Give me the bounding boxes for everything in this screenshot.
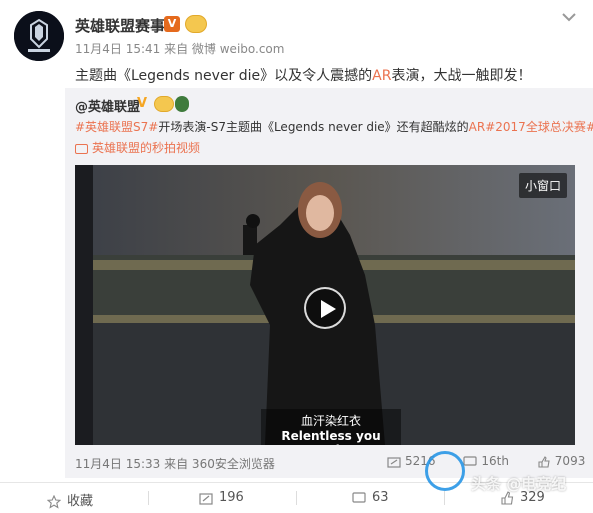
favorite-button[interactable]: 收藏 xyxy=(46,490,94,509)
verified-v-icon: V xyxy=(137,96,148,111)
repost-text-mid: 开场表演-S7主题曲《Legends never die》还有超酷炫的 xyxy=(158,120,469,134)
subtitle-chinese: 血汗染红衣 xyxy=(300,414,361,428)
watermark-ring-icon xyxy=(425,451,465,491)
repost-meta: 11月4日 15:33 来自 360安全浏览器 xyxy=(75,457,275,471)
member-badge-icon xyxy=(185,15,207,33)
repost-text: #英雄联盟S7#开场表演-S7主题曲《Legends never die》还有超… xyxy=(75,118,593,135)
subtitle-english: Relentless you survive xyxy=(281,429,381,445)
comment-count: 63 xyxy=(372,490,389,505)
star-icon xyxy=(46,494,62,509)
favorite-label: 收藏 xyxy=(67,494,94,509)
play-button[interactable] xyxy=(304,287,346,329)
repost-button[interactable]: 196 xyxy=(199,490,244,505)
video-source-link[interactable]: 英雄联盟的秒拍视频 xyxy=(75,139,200,156)
hashtag-s7[interactable]: #英雄联盟S7# xyxy=(75,120,158,134)
repost-text-link[interactable]: AR xyxy=(469,120,486,134)
separator xyxy=(148,491,149,505)
chevron-down-icon[interactable] xyxy=(560,10,578,24)
comment-button[interactable]: 63 xyxy=(352,490,389,505)
watermark-text: 头条 @电竞纪 xyxy=(471,475,567,493)
hashtag-worlds-2017[interactable]: #2017全球总决赛# xyxy=(485,120,593,134)
lol-esports-logo xyxy=(14,11,64,61)
avatar[interactable] xyxy=(14,11,64,61)
member-badge-icon xyxy=(154,96,174,112)
video-source-label: 英雄联盟的秒拍视频 xyxy=(92,141,201,155)
repost-icon xyxy=(199,492,213,505)
video-subtitles: 血汗染红衣 Relentless you survive xyxy=(261,409,401,445)
verified-badge: V xyxy=(164,16,180,32)
repost-card: @英雄联盟 V #英雄联盟S7#开场表演-S7主题曲《Legends never… xyxy=(65,88,593,478)
play-icon xyxy=(321,300,336,318)
small-window-button[interactable]: 小窗口 xyxy=(518,173,567,198)
lol-badge-icon xyxy=(175,96,189,112)
repost-author[interactable]: @英雄联盟 xyxy=(75,96,140,115)
comment-icon xyxy=(352,491,366,503)
post-text-link[interactable]: AR xyxy=(372,68,391,84)
post-text-suffix: 表演，大战一触即发！ xyxy=(391,68,532,84)
post-text: 主题曲《Legends never die》以及令人震撼的AR表演，大战一触即发… xyxy=(75,65,531,85)
post-meta: 11月4日 15:41 来自 微博 weibo.com xyxy=(75,42,285,56)
author-name[interactable]: 英雄联盟赛事 xyxy=(75,15,165,36)
video-player[interactable]: 小窗口 血汗染红衣 Relentless you survive xyxy=(75,165,575,445)
separator xyxy=(296,491,297,505)
post-text-prefix: 主题曲《Legends never die》以及令人震撼的 xyxy=(75,68,373,84)
repost-icon xyxy=(387,456,401,468)
video-icon xyxy=(75,143,88,154)
watermark: 头条 @电竞纪 xyxy=(425,447,593,507)
repost-count: 196 xyxy=(219,490,244,505)
